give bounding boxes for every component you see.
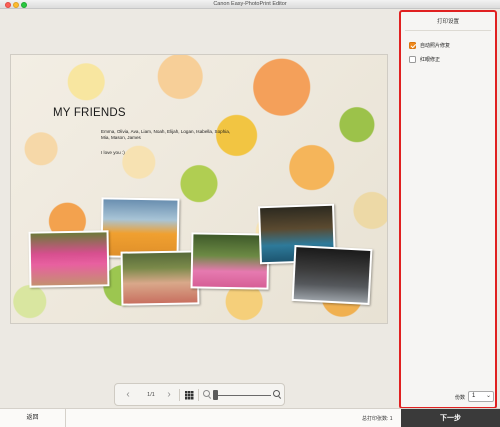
photo-frame[interactable] <box>100 197 180 259</box>
page-navigation-bar: ‹ 1/1 › <box>114 383 285 406</box>
photo-image <box>192 234 268 288</box>
title-bar: Canon Easy-PhotoPrint Editor <box>0 0 500 9</box>
divider <box>198 389 199 401</box>
grid-view-button[interactable] <box>183 387 195 403</box>
auto-photo-fix-label[interactable]: 自动照片修复 <box>420 42 450 49</box>
auto-photo-fix-checkbox[interactable] <box>409 42 416 49</box>
window-title: Canon Easy-PhotoPrint Editor <box>213 1 287 7</box>
photo-frame[interactable] <box>120 250 200 306</box>
photo-image <box>102 199 178 257</box>
red-eye-correction-checkbox[interactable] <box>409 56 416 63</box>
photo-frame[interactable] <box>190 232 270 290</box>
zoom-in-icon <box>273 390 281 398</box>
photo-page[interactable]: MY FRIENDS Emma, Olivia, Ava, Liam, Noah… <box>10 54 388 324</box>
red-eye-correction-label[interactable]: 红眼修正 <box>420 56 440 63</box>
page-counter: 1/1 <box>147 392 155 398</box>
total-prints-text: 总打印张数: 1 <box>362 416 393 422</box>
print-settings-panel: 打印设置 自动照片修复 红眼修正 份数 1 ⌄ <box>399 10 497 409</box>
grid-icon <box>184 390 194 400</box>
chevron-down-icon: ⌄ <box>485 393 491 399</box>
next-button[interactable]: 下一步 <box>401 409 500 427</box>
page-title[interactable]: MY FRIENDS <box>53 107 126 119</box>
page-message-text[interactable]: I love you :) <box>101 150 125 155</box>
zoom-slider-track[interactable] <box>215 394 271 396</box>
photo-image <box>30 232 108 286</box>
photo-frame[interactable] <box>28 230 110 288</box>
copies-label: 份数 <box>455 395 466 401</box>
bottom-bar: 返回 总打印张数: 1 下一步 <box>0 408 500 427</box>
zoom-in-button[interactable] <box>272 387 282 403</box>
zoom-out-button[interactable] <box>202 387 212 403</box>
panel-title: 打印设置 <box>436 19 459 25</box>
divider <box>179 389 180 401</box>
divider <box>405 30 491 31</box>
photo-image <box>293 247 371 303</box>
page-names-text[interactable]: Emma, Olivia, Ava, Liam, Noah, Elijah, L… <box>101 129 233 141</box>
copies-select[interactable]: 1 ⌄ <box>468 391 494 402</box>
photo-image <box>122 252 198 304</box>
zoom-out-icon <box>203 390 211 398</box>
zoom-slider-thumb[interactable] <box>212 390 218 400</box>
photo-frame[interactable] <box>291 244 373 306</box>
copies-value: 1 <box>472 393 476 399</box>
previous-page-button[interactable]: ‹ <box>122 387 134 403</box>
next-page-button[interactable]: › <box>163 387 175 403</box>
back-button[interactable]: 返回 <box>0 409 66 427</box>
